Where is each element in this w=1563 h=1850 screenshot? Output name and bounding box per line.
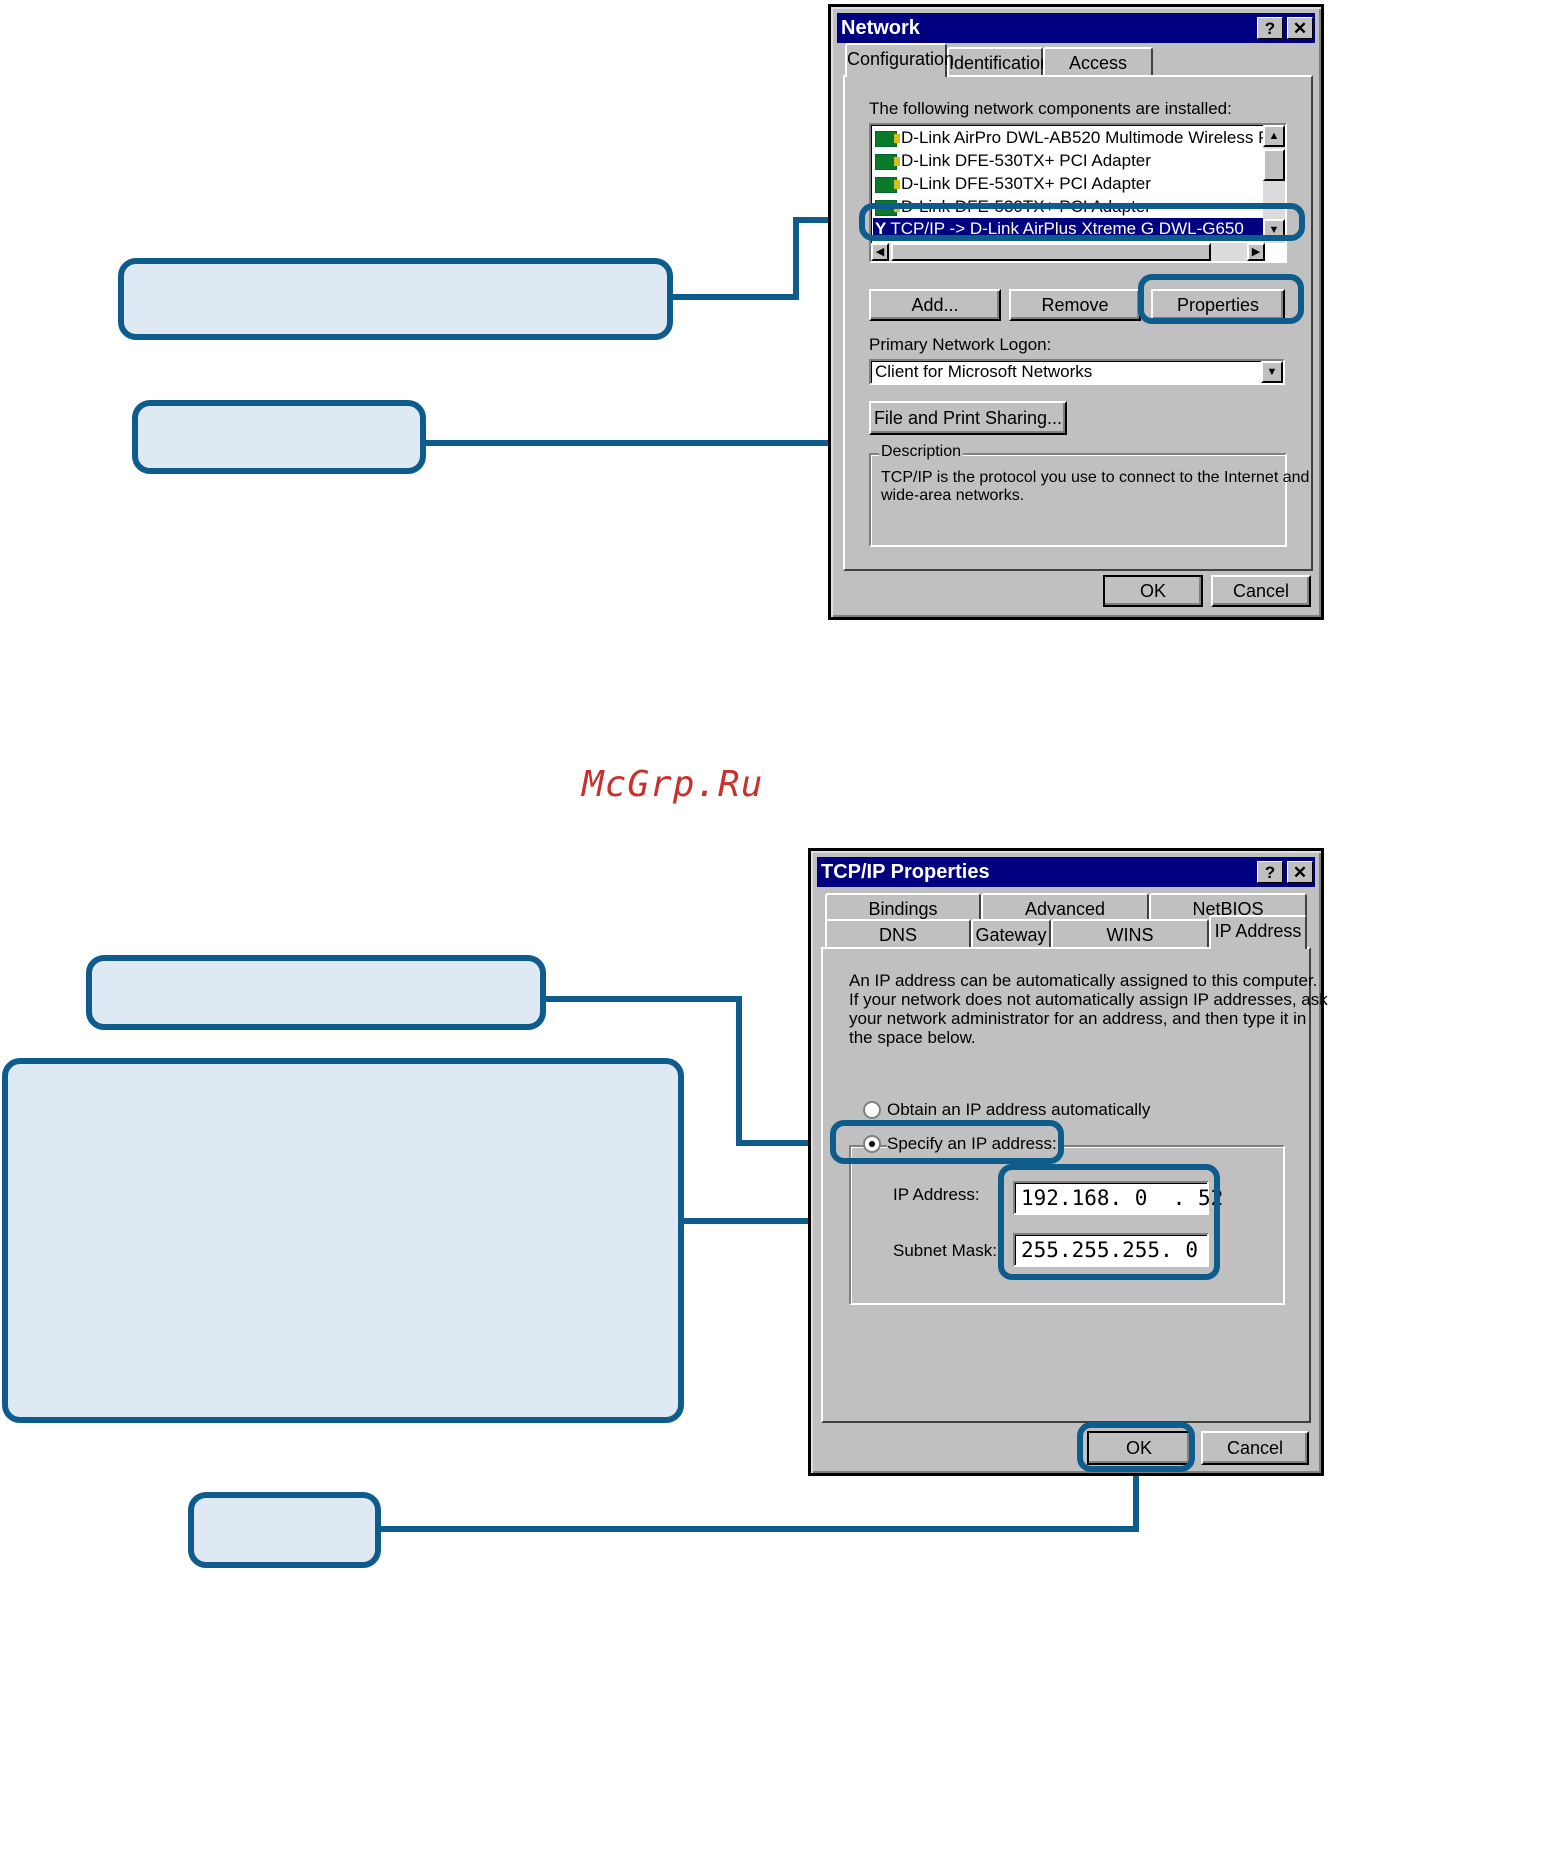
info-text: your network administrator for an addres… (849, 1009, 1307, 1028)
title-bar: TCP/IP Properties ? ✕ (817, 857, 1315, 887)
dialog-title: TCP/IP Properties (821, 861, 990, 883)
tcpip-properties-dialog: TCP/IP Properties ? ✕ Bindings Advanced … (808, 848, 1328, 1476)
network-adapter-icon (875, 130, 900, 147)
network-adapter-icon (875, 153, 900, 170)
specify-ip-group (849, 1145, 1285, 1305)
radio-specify-ip[interactable] (863, 1135, 881, 1153)
list-item[interactable]: D-Link AirPro DWL-AB520 Multimode Wirele… (875, 127, 1285, 149)
callout-specify-ip (86, 955, 546, 1030)
info-text: If your network does not automatically a… (849, 990, 1328, 1009)
connector-line (736, 996, 742, 1146)
network-adapter-icon (875, 176, 900, 193)
description-text: wide-area networks. (881, 487, 1025, 504)
logon-select[interactable]: Client for Microsoft Networks ▼ (869, 359, 1285, 385)
cancel-button[interactable]: Cancel (1201, 1431, 1309, 1465)
list-item-selected[interactable]: Y TCP/IP -> D-Link AirPlus Xtreme G DWL-G… (873, 218, 1263, 240)
callout-select-tcpip (118, 258, 673, 340)
description-group: Description TCP/IP is the protocol you u… (869, 443, 1309, 547)
cancel-button[interactable]: Cancel (1211, 575, 1311, 607)
description-text: TCP/IP is the protocol you use to connec… (881, 469, 1310, 486)
ip-address-field[interactable]: 192.168. 0 . 52 (1013, 1181, 1223, 1215)
components-list[interactable]: D-Link AirPro DWL-AB520 Multimode Wirele… (869, 123, 1287, 263)
watermark: McGrp.Ru (582, 764, 764, 805)
info-text: An IP address can be automatically assig… (849, 971, 1318, 990)
description-label: Description (879, 443, 964, 461)
tab-access-control[interactable]: Access Control (1043, 47, 1153, 101)
radio-obtain-automatically[interactable] (863, 1101, 881, 1119)
tab-dns-configuration[interactable]: DNS Configuration (825, 919, 971, 973)
tab-panel: The following network components are ins… (843, 75, 1313, 571)
ok-button[interactable]: OK (1103, 575, 1203, 607)
scroll-up-arrow-icon[interactable]: ▲ (1263, 125, 1285, 147)
help-button[interactable]: ? (1257, 17, 1283, 39)
dialog-title: Network (841, 17, 920, 39)
close-button[interactable]: ✕ (1287, 17, 1313, 39)
logon-label: Primary Network Logon: (869, 335, 1052, 354)
horizontal-scrollbar[interactable]: ◀ ▶ (871, 243, 1265, 261)
scroll-right-arrow-icon[interactable]: ▶ (1247, 243, 1265, 261)
add-button[interactable]: Add... (869, 289, 1001, 321)
list-item[interactable]: D-Link DFE-530TX+ PCI Adapter (875, 173, 1151, 195)
connector-line (546, 996, 742, 1002)
callout-click-properties (132, 400, 426, 474)
network-adapter-icon (875, 199, 900, 216)
scroll-left-arrow-icon[interactable]: ◀ (871, 243, 889, 261)
close-button[interactable]: ✕ (1287, 861, 1313, 883)
properties-button[interactable]: Properties (1151, 289, 1285, 321)
tab-panel: An IP address can be automatically assig… (821, 947, 1328, 1423)
connector-line (1133, 1470, 1139, 1532)
tab-ip-address[interactable]: IP Address (1209, 915, 1307, 949)
tab-configuration[interactable]: Configuration (845, 43, 954, 77)
radio-specify-label[interactable]: Specify an IP address: (887, 1134, 1059, 1154)
file-print-sharing-button[interactable]: File and Print Sharing... (869, 401, 1067, 435)
tab-wins-configuration[interactable]: WINS Configuration (1051, 919, 1209, 973)
list-item[interactable]: D-Link DFE-530TX+ PCI Adapter (875, 150, 1151, 172)
scroll-thumb[interactable] (891, 243, 1211, 261)
vertical-scrollbar[interactable]: ▲ ▼ (1263, 125, 1285, 243)
connector-line (381, 1526, 1139, 1532)
network-dialog: Network ? ✕ Configuration Identification… (828, 4, 1324, 620)
remove-button[interactable]: Remove (1009, 289, 1141, 321)
title-bar: Network ? ✕ (837, 13, 1315, 43)
tab-gateway[interactable]: Gateway (971, 919, 1051, 949)
ok-button[interactable]: OK (1087, 1431, 1191, 1465)
list-item[interactable]: D-Link DFE-530TX+ PCI Adapter (875, 196, 1151, 218)
components-label: The following network components are ins… (869, 99, 1232, 118)
ip-address-label: IP Address: (893, 1185, 980, 1204)
connector-line (793, 217, 799, 300)
radio-obtain-label[interactable]: Obtain an IP address automatically (887, 1100, 1150, 1120)
help-button[interactable]: ? (1257, 861, 1283, 883)
subnet-mask-field[interactable]: 255.255.255. 0 (1013, 1233, 1209, 1267)
subnet-mask-label: Subnet Mask: (893, 1241, 997, 1260)
protocol-icon: Y (875, 219, 887, 238)
scroll-down-arrow-icon[interactable]: ▼ (1263, 219, 1285, 241)
callout-click-ok (188, 1492, 381, 1568)
info-text: the space below. (849, 1028, 976, 1047)
callout-enter-ip-and-mask (2, 1058, 684, 1423)
scroll-thumb[interactable] (1263, 149, 1285, 181)
logon-value: Client for Microsoft Networks (875, 362, 1093, 381)
chevron-down-icon[interactable]: ▼ (1261, 361, 1283, 383)
tab-identification[interactable]: Identification (947, 47, 1050, 77)
connector-line (673, 294, 799, 300)
